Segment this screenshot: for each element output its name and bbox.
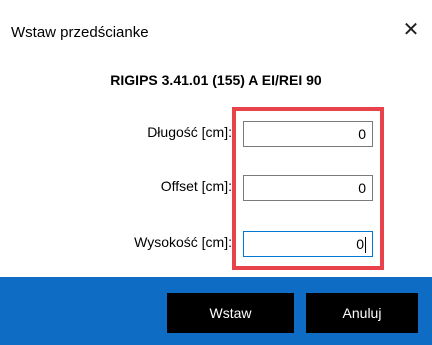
length-field[interactable]: 0 bbox=[243, 121, 373, 147]
length-label: Długość [cm]: bbox=[147, 124, 232, 140]
offset-field[interactable]: 0 bbox=[243, 175, 373, 201]
title-bar: Wstaw przedścianke ✕ bbox=[0, 0, 432, 62]
offset-label: Offset [cm]: bbox=[160, 178, 232, 194]
height-label: Wysokość [cm]: bbox=[134, 234, 232, 250]
cancel-button[interactable]: Anuluj bbox=[306, 293, 418, 333]
height-field[interactable]: 0 bbox=[243, 231, 373, 257]
system-heading: RIGIPS 3.41.01 (155) A EI/REI 90 bbox=[110, 72, 322, 88]
insert-button[interactable]: Wstaw bbox=[167, 293, 294, 333]
window-title: Wstaw przedścianke bbox=[11, 24, 149, 41]
text-caret bbox=[365, 237, 366, 254]
close-icon[interactable]: ✕ bbox=[396, 14, 426, 44]
insert-wall-dialog: Wstaw przedścianke ✕ RIGIPS 3.41.01 (155… bbox=[0, 0, 432, 345]
height-field-value: 0 bbox=[356, 236, 364, 252]
